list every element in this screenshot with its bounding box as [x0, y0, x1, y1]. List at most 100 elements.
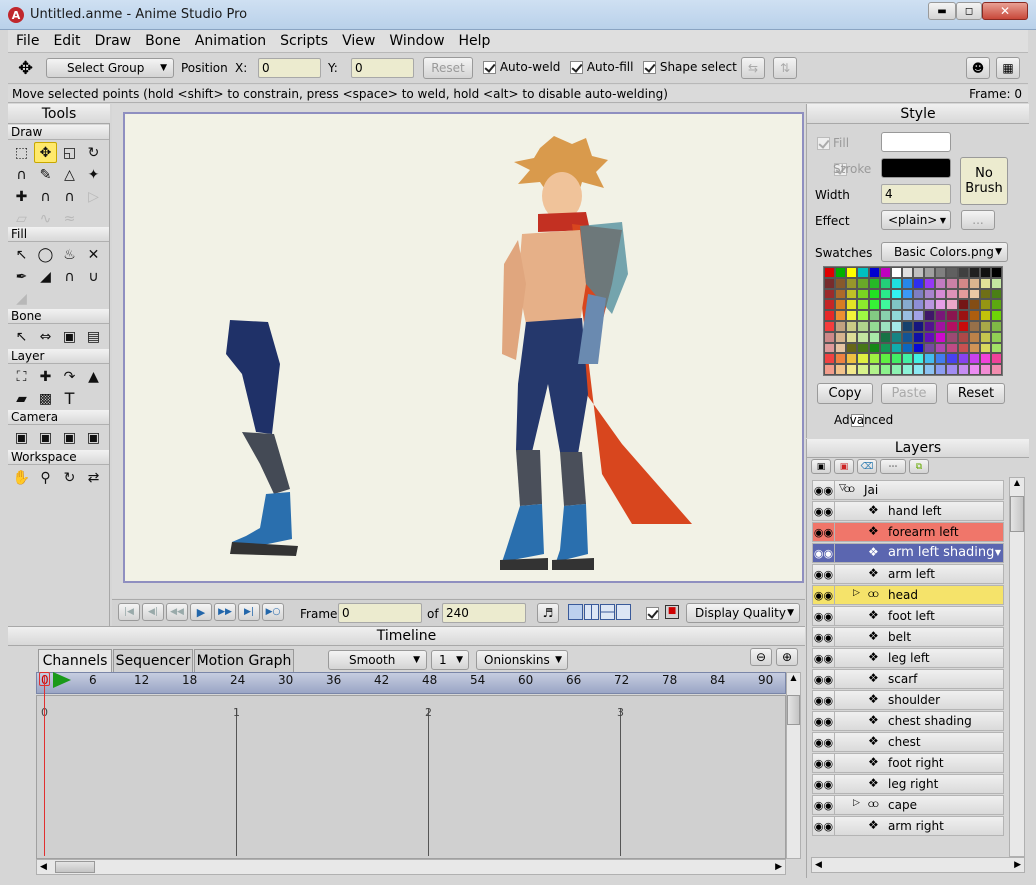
color-swatch[interactable]: [957, 331, 969, 343]
canvas-area[interactable]: [112, 104, 805, 598]
user-icon[interactable]: ☻: [966, 57, 990, 79]
color-swatch[interactable]: [824, 331, 836, 343]
magnet-icon[interactable]: ∩: [58, 186, 81, 207]
color-swatch[interactable]: [913, 310, 925, 321]
color-swatch[interactable]: [946, 310, 958, 321]
layers-scroll-thumb[interactable]: [1010, 496, 1024, 532]
color-swatch[interactable]: [935, 321, 947, 332]
color-swatch[interactable]: [868, 310, 880, 321]
color-swatch[interactable]: [913, 277, 925, 289]
timeline-vscroll[interactable]: ▲: [786, 672, 801, 859]
perspective-icon[interactable]: ▷: [82, 186, 105, 207]
reparent-bone-icon[interactable]: ▤: [82, 326, 105, 347]
new-bone-layer-icon[interactable]: ▣: [834, 459, 854, 474]
color-swatch[interactable]: [968, 364, 980, 375]
layer-row[interactable]: ◉◉ ❖ foot left: [812, 606, 1004, 626]
tab-channels[interactable]: Channels: [38, 649, 112, 672]
layer-row[interactable]: ◉◉ ❖ arm left: [812, 564, 1004, 584]
color-swatch[interactable]: [846, 321, 858, 332]
color-swatch[interactable]: [990, 288, 1002, 300]
color-swatch[interactable]: [979, 342, 991, 354]
color-swatch[interactable]: [990, 310, 1002, 321]
timeline-tracks[interactable]: [36, 695, 786, 859]
color-swatch[interactable]: [924, 364, 936, 375]
color-swatch[interactable]: [824, 321, 836, 332]
interpolation-dropdown[interactable]: Smooth ▼: [328, 650, 427, 670]
color-swatch[interactable]: [957, 277, 969, 289]
stroke-exposure-icon[interactable]: ∪: [82, 266, 105, 287]
color-swatch[interactable]: [979, 299, 991, 311]
no-brush-button[interactable]: No Brush: [960, 157, 1008, 205]
color-swatch[interactable]: [879, 277, 891, 289]
auto-fill-option[interactable]: Auto-fill: [570, 60, 633, 74]
color-swatch[interactable]: [868, 267, 880, 278]
visibility-eye-icon[interactable]: ◉◉: [813, 691, 835, 709]
menu-file[interactable]: File: [16, 33, 39, 49]
menu-scripts[interactable]: Scripts: [280, 33, 328, 49]
copy-button[interactable]: Copy: [817, 383, 873, 404]
eyedropper-icon[interactable]: ✒: [10, 266, 33, 287]
color-swatch[interactable]: [924, 288, 936, 300]
menu-edit[interactable]: Edit: [53, 33, 80, 49]
play-icon[interactable]: ▶: [190, 603, 212, 621]
color-swatch[interactable]: [913, 299, 925, 311]
color-swatch[interactable]: [890, 267, 902, 278]
scroll-up-icon[interactable]: ▲: [1010, 478, 1024, 492]
color-swatch[interactable]: [924, 342, 936, 354]
scroll-thumb[interactable]: [787, 695, 800, 725]
hide-edge-icon[interactable]: ∩: [58, 266, 81, 287]
color-swatch[interactable]: [935, 364, 947, 375]
create-shape-icon[interactable]: ◯: [34, 244, 57, 265]
color-swatch[interactable]: [824, 267, 836, 278]
color-swatch[interactable]: [913, 331, 925, 343]
scatter-brush-icon[interactable]: ✦: [82, 164, 105, 185]
delete-edge-icon[interactable]: ✚: [10, 186, 33, 207]
color-swatch[interactable]: [857, 331, 869, 343]
color-swatch[interactable]: [901, 299, 913, 311]
scroll-left-icon[interactable]: ◀: [40, 862, 47, 872]
color-swatch[interactable]: [946, 321, 958, 332]
display-quality-dropdown[interactable]: Display Quality ▼: [686, 603, 800, 623]
zoom-icon[interactable]: ⚲: [34, 467, 57, 488]
scroll-left-icon[interactable]: ◀: [815, 860, 822, 870]
frame-input[interactable]: 0: [338, 603, 422, 623]
color-swatch[interactable]: [979, 310, 991, 321]
layer-dropdown-icon[interactable]: ▼: [995, 548, 1001, 557]
visibility-eye-icon[interactable]: ◉◉: [813, 817, 835, 835]
color-swatch[interactable]: [935, 353, 947, 365]
layer-row[interactable]: ◉◉ ❖ leg left: [812, 648, 1004, 668]
color-swatch[interactable]: [857, 277, 869, 289]
color-swatch[interactable]: [835, 310, 847, 321]
layer-row[interactable]: ◉◉ ❖ arm right: [812, 816, 1004, 836]
layer-row[interactable]: ◉◉ ❖ foot right: [812, 753, 1004, 773]
layer-row[interactable]: ◉◉ ▷ ⭘⭘ cape: [812, 795, 1004, 815]
select-points-icon[interactable]: ⬚: [10, 142, 33, 163]
color-swatch[interactable]: [868, 331, 880, 343]
visibility-eye-icon[interactable]: ◉◉: [813, 754, 835, 772]
effect-more-button[interactable]: ...: [961, 210, 995, 230]
auto-fill-checkbox[interactable]: [570, 61, 583, 74]
scroll-up-icon[interactable]: ▲: [787, 673, 800, 687]
color-swatch[interactable]: [846, 353, 858, 365]
tab-motion-graph[interactable]: Motion Graph: [194, 649, 294, 672]
color-swatch[interactable]: [879, 342, 891, 354]
color-swatch[interactable]: [913, 342, 925, 354]
end-frame-input[interactable]: 240: [442, 603, 526, 623]
zoom-camera-icon[interactable]: ▣: [34, 427, 57, 448]
color-swatch[interactable]: [979, 331, 991, 343]
visibility-eye-icon[interactable]: ◉◉: [813, 796, 835, 814]
color-swatch[interactable]: [857, 364, 869, 375]
freehand-icon[interactable]: ✎: [34, 164, 57, 185]
color-swatch[interactable]: [968, 331, 980, 343]
color-swatch[interactable]: [924, 299, 936, 311]
layer-row[interactable]: ◉◉ ❖ hand left: [812, 501, 1004, 521]
color-swatch[interactable]: [846, 299, 858, 311]
menu-draw[interactable]: Draw: [95, 33, 132, 49]
reset-style-button[interactable]: Reset: [947, 383, 1005, 404]
color-swatch[interactable]: [935, 288, 947, 300]
color-swatch[interactable]: [901, 353, 913, 365]
color-swatch[interactable]: [824, 277, 836, 289]
visibility-eye-icon[interactable]: ◉◉: [813, 775, 835, 793]
color-swatch[interactable]: [979, 321, 991, 332]
layers-hscroll[interactable]: ◀ ▶: [811, 857, 1025, 873]
